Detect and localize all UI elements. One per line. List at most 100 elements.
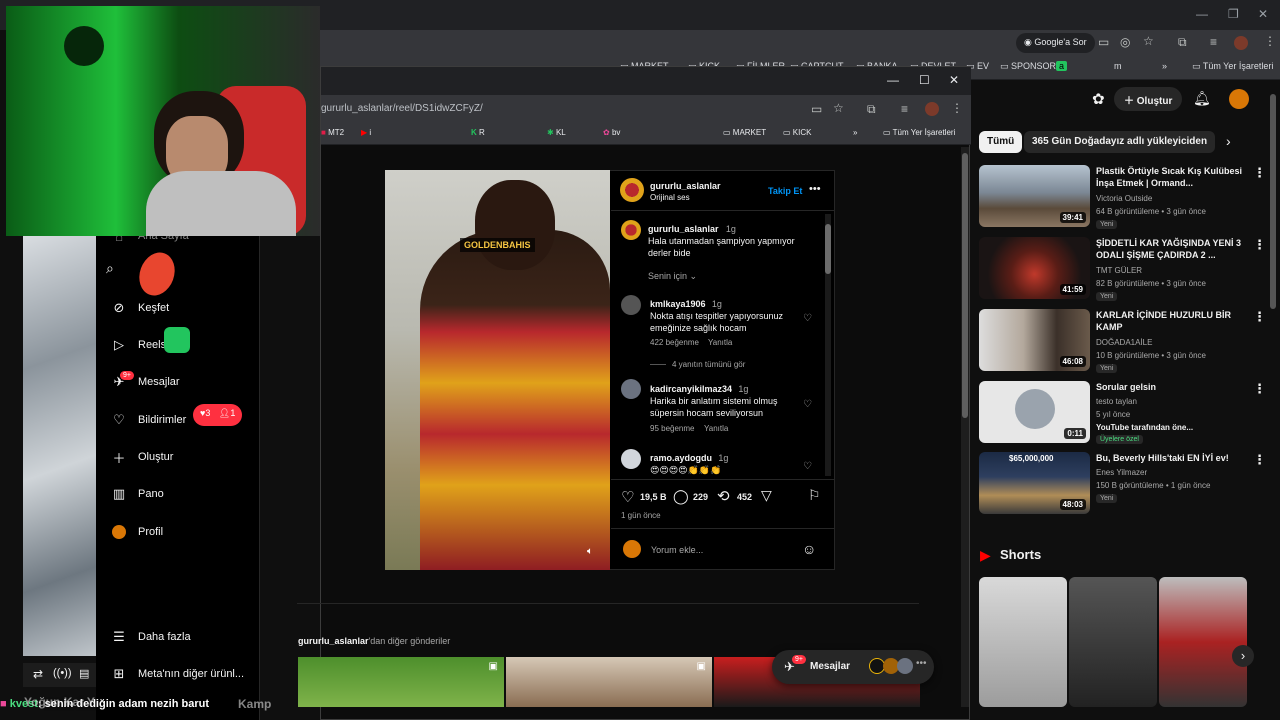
video-item[interactable]: $65,000,000 48:03 Bu, Beverly Hills'taki… [979, 452, 1274, 516]
mute-icon[interactable]: 🔈︎ [587, 546, 593, 557]
nav-more[interactable]: ☰ Daha fazla [110, 627, 190, 647]
video-thumbnail[interactable]: 39:41 [979, 165, 1090, 227]
comment-like-icon[interactable]: ♡ [803, 399, 812, 410]
extensions-icon[interactable]: ⧉ [867, 102, 876, 117]
video-title[interactable]: Sorular gelsin [1096, 381, 1246, 393]
nav-meta[interactable]: ⊞ Meta'nın diğer ürünl... [110, 664, 245, 684]
youtube-avatar[interactable] [1229, 89, 1249, 109]
chevron-right-icon[interactable]: » [853, 128, 857, 137]
bookmark-sponsor[interactable]: ▭ SPONSOR [1000, 61, 1056, 72]
short-item[interactable] [979, 577, 1067, 707]
post-image[interactable]: GOLDENBAHIS 🔈︎ [385, 170, 610, 570]
save-button[interactable]: ⚐ [808, 487, 821, 504]
bookmark-a[interactable]: a [1056, 61, 1068, 71]
messages-floating-button[interactable]: ✈ 9+ Mesajlar ••• [772, 650, 934, 684]
grid-post[interactable]: ▣ [298, 657, 504, 707]
video-channel[interactable]: Enes Yilmazer [1096, 468, 1147, 477]
search-nav[interactable]: ⌕ [106, 260, 128, 282]
nav-reels[interactable]: ▷ Reels [110, 335, 166, 355]
all-bookmarks[interactable]: ▭ Tüm Yer İşaretleri [1192, 61, 1273, 72]
bookmark-i[interactable]: ▶ i [361, 128, 371, 137]
youtube-scrollbar[interactable] [1270, 94, 1276, 309]
video-thumbnail[interactable]: 0:11 [979, 381, 1090, 443]
cast-icon[interactable]: ▭ [1098, 35, 1109, 49]
bookmark-mt2[interactable]: ■ MT2 [321, 128, 344, 137]
video-item[interactable]: 41:59 ŞİDDETLİ KAR YAĞIŞINDA YENİ 3 ODAL… [979, 237, 1274, 301]
menu-icon[interactable]: ⋮ [1264, 34, 1276, 48]
emoji-icon[interactable]: ☺ [802, 541, 816, 557]
extensions-icon[interactable]: ⧉ [1178, 35, 1187, 50]
caption-username[interactable]: gururlu_aslanlar [648, 224, 719, 234]
short-item[interactable] [1159, 577, 1247, 707]
chip-uploader[interactable]: 365 Gün Doğadayız adlı yükleyiciden [1024, 131, 1216, 153]
restore-icon[interactable]: ❐ [1228, 7, 1239, 21]
post-username[interactable]: gururlu_aslanlar [650, 181, 721, 191]
video-channel[interactable]: DOĞADA1AİLE [1096, 338, 1152, 347]
follow-button[interactable]: Takip Et [768, 186, 802, 196]
like-count[interactable]: 19,5 B [640, 492, 667, 502]
comment-avatar[interactable] [621, 379, 641, 399]
video-channel[interactable]: TMT GÜLER [1096, 266, 1142, 275]
comment-avatar[interactable] [621, 295, 641, 315]
video-item[interactable]: 0:11 Sorular gelsin testo taylan 5 yıl ö… [979, 381, 1274, 445]
video-channel[interactable]: testo taylan [1096, 397, 1137, 406]
chip-all[interactable]: Tümü [979, 131, 1023, 153]
comment-like-icon[interactable]: ♡ [803, 313, 812, 324]
live-icon[interactable]: ((•)) [53, 667, 72, 679]
more-horiz-icon[interactable]: ••• [809, 183, 821, 195]
close-icon[interactable]: ✕ [1258, 7, 1268, 21]
video-thumbnail[interactable]: 46:08 [979, 309, 1090, 371]
menu-icon[interactable]: ⋮ [951, 101, 963, 115]
post-audio[interactable]: Orijinal ses [650, 193, 690, 202]
reply-button[interactable]: Yanıtla [708, 338, 732, 347]
more-vert-icon[interactable]: ⋮ [1253, 452, 1266, 468]
comment-input[interactable]: Yorum ekle... [651, 545, 791, 555]
repost-button[interactable]: ⟲ [717, 487, 730, 505]
more-posts-username[interactable]: gururlu_aslanlar [298, 636, 369, 646]
for-you-dropdown[interactable]: Senin için ⌄ [648, 271, 697, 282]
view-replies-button[interactable]: 4 yanıtın tümünü gör [672, 360, 745, 369]
video-title[interactable]: ŞİDDETLİ KAR YAĞIŞINDA YENİ 3 ODALI ŞİŞM… [1096, 237, 1246, 261]
bookmark-kl[interactable]: ✱ KL [547, 128, 566, 137]
bookmark-m[interactable]: m [1114, 61, 1122, 71]
reply-button[interactable]: Yanıtla [704, 424, 728, 433]
comment-likes[interactable]: 95 beğenme [650, 424, 694, 433]
nav-explore[interactable]: ⊘ Keşfet [110, 298, 170, 318]
bell-icon[interactable]: 🔔︎ [1193, 90, 1211, 107]
scrollbar-thumb[interactable] [962, 153, 968, 418]
comment-button[interactable]: ◯ [673, 488, 689, 505]
bookmark-r[interactable]: K R [471, 128, 485, 137]
eye-off-icon[interactable]: ◎ [1120, 35, 1130, 49]
chevron-right-icon[interactable]: » [1162, 61, 1167, 71]
nav-dashboard[interactable]: ▥ Pano [110, 484, 164, 504]
media-icon[interactable]: ≡ [901, 102, 908, 116]
bookmark-market[interactable]: ▭ MARKET [723, 128, 766, 137]
short-item[interactable] [1069, 577, 1157, 707]
google-lens-button[interactable]: ◉ Google'a Sor [1016, 33, 1095, 53]
clapper-icon[interactable]: ▤ [79, 667, 89, 680]
more-vert-icon[interactable]: ⋮ [1253, 309, 1266, 325]
url-field[interactable]: gururlu_aslanlar/reel/DS1idwZCFyZ/ [321, 103, 483, 114]
video-title[interactable]: KARLAR İÇİNDE HUZURLU BİR KAMP [1096, 309, 1246, 333]
notification-bubble[interactable]: ♥3 👤︎1 [193, 404, 243, 426]
share-button[interactable]: ▽ [761, 487, 772, 504]
video-channel[interactable]: Victoria Outside [1096, 194, 1152, 203]
restore-icon[interactable]: ☐ [919, 73, 930, 87]
profile-avatar[interactable] [1234, 36, 1248, 50]
comment-username[interactable]: kmlkaya1906 [650, 299, 706, 309]
loop-icon[interactable]: ⇄ [33, 667, 43, 681]
scrollbar-thumb[interactable] [825, 224, 831, 274]
comment-like-icon[interactable]: ♡ [803, 461, 812, 472]
more-vert-icon[interactable]: ⋮ [1253, 237, 1266, 253]
video-item[interactable]: 46:08 KARLAR İÇİNDE HUZURLU BİR KAMP DOĞ… [979, 309, 1274, 373]
nav-profile[interactable]: Profil [110, 522, 163, 542]
instagram-scrollbar[interactable] [961, 147, 969, 707]
nav-notifications[interactable]: ♡ Bildirimler [110, 410, 186, 430]
all-bookmarks[interactable]: ▭ Tüm Yer İşaretleri [883, 128, 955, 137]
close-icon[interactable]: ✕ [949, 73, 959, 87]
grid-post[interactable]: ▣ [506, 657, 712, 707]
youtube-extension-icon[interactable]: ✿ [1092, 90, 1105, 108]
chips-next-icon[interactable]: › [1226, 133, 1231, 149]
video-thumbnail[interactable]: $65,000,000 48:03 [979, 452, 1090, 514]
comment-avatar[interactable] [621, 449, 641, 469]
